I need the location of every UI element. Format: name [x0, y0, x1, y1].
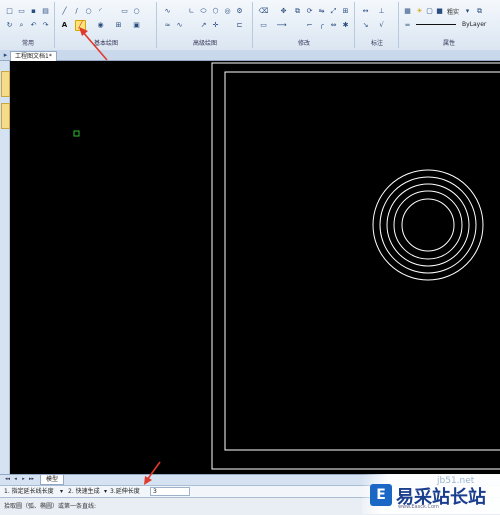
arrow-icon[interactable]: ↗ [198, 20, 209, 31]
tolerance-icon[interactable]: ⊥ [376, 6, 387, 17]
last-tab-icon[interactable]: ▸▸ [28, 475, 35, 484]
tab-document-1[interactable]: 工程图文档1* [10, 51, 57, 61]
layer-manager-icon[interactable]: ⧉ [474, 6, 485, 17]
hatch-icon[interactable]: ○ [131, 6, 142, 17]
open-folder-icon[interactable]: ▭ [16, 6, 27, 17]
hole-icon[interactable]: ◎ [222, 6, 233, 17]
fillet-icon[interactable]: ╭ [316, 20, 327, 31]
prev-tab-icon[interactable]: ◂ [12, 475, 19, 484]
layer-select[interactable]: 粗实 [447, 7, 459, 16]
text-icon[interactable]: A [59, 20, 70, 31]
group-label-properties: 属性 [442, 40, 455, 47]
group-label-basic-draw: 基本绘图 [93, 40, 118, 47]
group-label-modify: 修改 [297, 40, 310, 47]
ribbon-group-dimension: ↔ ⊥ ↘ √ 标注 [356, 2, 399, 48]
drawing-canvas[interactable] [10, 61, 500, 474]
roughness-icon[interactable]: √ [376, 20, 387, 31]
layer-icon[interactable]: ▦ [402, 6, 413, 17]
trim-icon[interactable]: ▭ [258, 20, 269, 31]
watermark-logo-icon: E [370, 484, 392, 506]
ellipse-icon[interactable]: ⬭ [198, 6, 209, 17]
array-icon[interactable]: ⊞ [340, 6, 351, 17]
layer-dropdown-icon[interactable]: ▾ [462, 6, 473, 17]
rotate-icon[interactable]: ⟳ [304, 6, 315, 17]
side-panel-strip [0, 61, 10, 474]
watermark-url: www.Easck.Com [398, 504, 439, 510]
ribbon-toolbar: □ ▭ ▪ ▤ ↻ ⌕ ↶ ↷ 常用 ╱ ∕ ○ ◜ ▭ ○ A ╱ ◉ ⊞ ▣… [0, 0, 500, 51]
next-tab-icon[interactable]: ▸ [20, 475, 27, 484]
arc-icon[interactable]: ◜ [95, 6, 106, 17]
scale-icon[interactable]: ⤢ [328, 6, 339, 17]
polygon-icon[interactable]: ⬡ [210, 6, 221, 17]
concentric-circle-1 [372, 169, 484, 281]
ribbon-group-basic-draw: ╱ ∕ ○ ◜ ▭ ○ A ╱ ◉ ⊞ ▣ 基本绘图 [56, 2, 157, 48]
spline-icon[interactable]: ∿ [162, 6, 173, 17]
watermark: jb51.net E 易采站长站 www.Easck.Com [362, 474, 500, 514]
side-tab-2[interactable] [1, 103, 10, 129]
move-icon[interactable]: ✥ [278, 6, 289, 17]
leader-icon[interactable]: ↘ [360, 20, 371, 31]
option-extend-length-mode[interactable]: 1. 指定延长线长度 [4, 487, 54, 497]
center-mark-icon[interactable]: ✛ [210, 20, 221, 31]
wave-line-icon[interactable]: ≈ [162, 20, 173, 31]
save-icon[interactable]: ▪ [28, 6, 39, 17]
explode-icon[interactable]: ✱ [340, 20, 351, 31]
undo-icon[interactable]: ↶ [28, 20, 39, 31]
option-dropdown-icon-2[interactable]: ▾ [104, 487, 107, 497]
mirror-icon[interactable]: ⇋ [316, 6, 327, 17]
circle-icon[interactable]: ○ [83, 6, 94, 17]
ribbon-group-properties: ▦ ☀ ▢ ■ 粗实 ▾ ⧉ ═ ByLayer 属性 [400, 2, 498, 48]
new-file-icon[interactable]: □ [4, 6, 15, 17]
delete-icon[interactable]: ⌫ [258, 6, 269, 17]
print-icon[interactable]: ▤ [40, 6, 51, 17]
polyline-icon[interactable]: ∕ [71, 6, 82, 17]
command-prompt: 拾取圆（弧、椭圆）或第一条直线: [4, 503, 97, 510]
angle-line-icon[interactable]: ∟ [186, 6, 197, 17]
cursor-marker [73, 130, 80, 137]
tab-model[interactable]: 模型 [40, 475, 65, 485]
centerline-icon[interactable]: ╱ [75, 20, 86, 31]
concentric-circle-3 [386, 183, 470, 267]
document-tab-bar: ▸ 工程图文档1* [0, 50, 500, 61]
linetype-preview[interactable] [412, 20, 460, 29]
block-icon[interactable]: ▣ [131, 20, 142, 31]
color-swatch-icon[interactable]: ■ [434, 6, 445, 17]
extend-icon[interactable]: ⟶ [276, 20, 287, 31]
drawing-svg [73, 62, 500, 470]
group-label-advanced-draw: 高级绘图 [192, 40, 217, 47]
ribbon-group-modify: ⌫ ✥ ⧉ ⟳ ⇋ ⤢ ⊞ ▭ ⟶ ⌐ ╭ ⇔ ✱ 修改 [254, 2, 355, 48]
ribbon-group-advanced-draw: ∿ ∟ ⬭ ⬡ ◎ ⚙ ≈ ∿ ↗ ✛ ⊏ 高级绘图 [158, 2, 253, 48]
line-icon[interactable]: ╱ [59, 6, 70, 17]
option-extend-length-label: 3.延伸长度 [110, 488, 140, 495]
concentric-circle-4 [393, 190, 463, 260]
ribbon-group-common: □ ▭ ▪ ▤ ↻ ⌕ ↶ ↷ 常用 [2, 2, 55, 48]
gear-icon[interactable]: ⚙ [234, 6, 245, 17]
first-tab-icon[interactable]: ◂◂ [4, 475, 11, 484]
chamfer-icon[interactable]: ⌐ [304, 20, 315, 31]
copy-icon[interactable]: ⧉ [292, 6, 303, 17]
symbol-icon[interactable]: ◉ [95, 20, 106, 31]
stretch-icon[interactable]: ⇔ [328, 20, 339, 31]
linetype-select[interactable]: ByLayer [462, 21, 486, 28]
side-tab-1[interactable] [1, 71, 10, 97]
rectangle-icon[interactable]: ▭ [119, 6, 130, 17]
group-label-common: 常用 [21, 40, 34, 47]
group-label-dimension: 标注 [370, 40, 383, 47]
drawing-frame-inner [224, 71, 500, 451]
option-dropdown-icon[interactable]: ▾ [60, 487, 63, 497]
break-line-icon[interactable]: ∿ [174, 20, 185, 31]
redo-icon[interactable]: ↷ [40, 20, 51, 31]
drawing-frame-outer [211, 62, 500, 470]
offset-icon[interactable]: ⊏ [234, 20, 245, 31]
concentric-circle-5 [401, 198, 455, 252]
table-icon[interactable]: ⊞ [113, 20, 124, 31]
extend-length-input[interactable] [150, 487, 190, 496]
find-icon[interactable]: ⌕ [16, 20, 27, 31]
dimension-icon[interactable]: ↔ [360, 6, 371, 17]
option-quick-generate[interactable]: 2. 快速生成 [68, 487, 100, 497]
pan-icon[interactable]: ↻ [4, 20, 15, 31]
